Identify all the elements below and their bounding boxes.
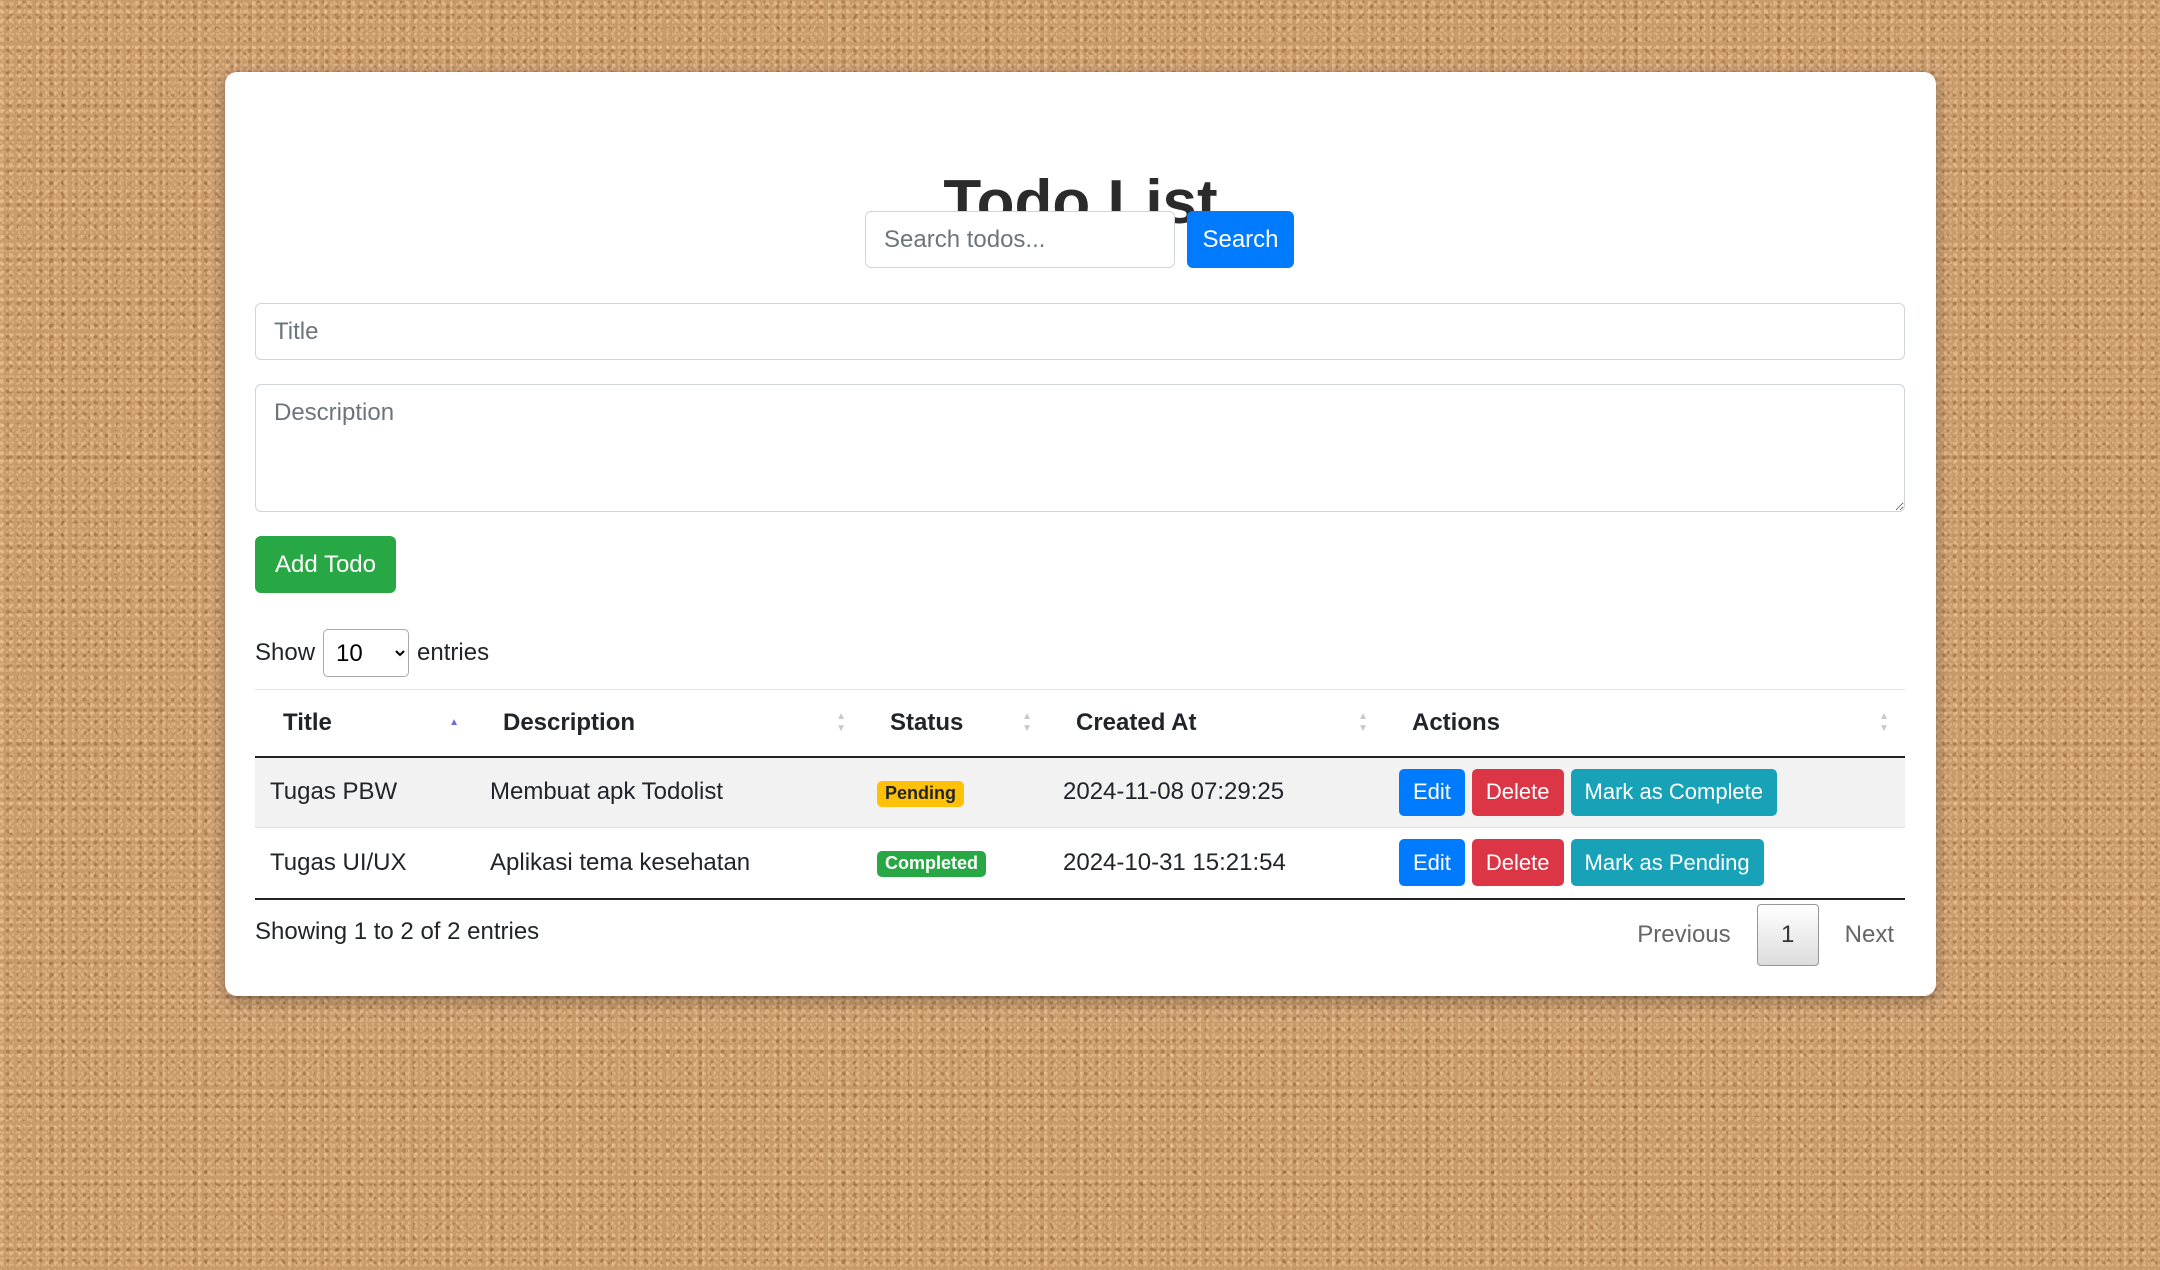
cell-created-at: 2024-10-31 15:21:54 [1063, 848, 1286, 876]
sort-icon: ▲ ▼ [1358, 710, 1368, 734]
table-row: Tugas UI/UX Aplikasi tema kesehatan Comp… [255, 827, 1905, 899]
column-header-title[interactable]: Title ▲ [255, 690, 475, 757]
length-suffix: entries [417, 639, 490, 666]
edit-button[interactable]: Edit [1399, 839, 1465, 887]
column-header-status[interactable]: Status ▲ ▼ [862, 690, 1048, 757]
search-input[interactable] [865, 211, 1175, 268]
status-badge: Pending [877, 780, 964, 807]
mark-pending-button[interactable]: Mark as Pending [1570, 839, 1764, 887]
cell-status: Pending [862, 757, 1048, 828]
previous-page-button[interactable]: Previous [1619, 921, 1748, 949]
length-prefix: Show [255, 639, 316, 666]
status-badge: Completed [877, 851, 987, 878]
cell-created-at: 2024-11-08 07:29:25 [1063, 778, 1285, 806]
table-info: Showing 1 to 2 of 2 entries [255, 918, 540, 945]
cell-title: Tugas UI/UX [270, 848, 407, 876]
description-field[interactable] [255, 384, 1905, 512]
sort-ascending-icon: ▲ [449, 716, 459, 728]
title-field[interactable] [255, 303, 1905, 360]
sort-icon: ▲ ▼ [836, 710, 846, 734]
delete-button[interactable]: Delete [1471, 839, 1564, 887]
cell-status: Completed [862, 828, 1048, 899]
cell-actions: Edit Delete Mark as Pending [1384, 828, 1905, 899]
column-header-actions[interactable]: Actions ▲ ▼ [1384, 690, 1905, 757]
table-row: Tugas PBW Membuat apk Todolist Pending 2… [255, 756, 1905, 828]
cell-description: Membuat apk Todolist [490, 778, 724, 806]
edit-button[interactable]: Edit [1399, 768, 1465, 816]
todo-card: Todo List Search Add Todo Show 10 entrie… [225, 72, 1936, 996]
entries-length-control: Show 10 entries [255, 628, 489, 678]
add-todo-button[interactable]: Add Todo [255, 536, 396, 593]
entries-select[interactable]: 10 [323, 629, 410, 677]
table-header-row: Title ▲ Description ▲ ▼ Status ▲ ▼ Created… [255, 689, 1905, 757]
page-number-button[interactable]: 1 [1756, 904, 1819, 966]
search-button[interactable]: Search [1187, 211, 1294, 268]
sort-icon: ▲ ▼ [1879, 710, 1889, 734]
pagination: Previous 1 Next [1619, 904, 1912, 966]
cell-title: Tugas PBW [270, 778, 398, 806]
cell-description: Aplikasi tema kesehatan [490, 848, 751, 876]
column-header-created-at[interactable]: Created At ▲ ▼ [1048, 690, 1384, 757]
next-page-button[interactable]: Next [1827, 921, 1912, 949]
delete-button[interactable]: Delete [1471, 768, 1564, 816]
cell-actions: Edit Delete Mark as Complete [1384, 757, 1905, 828]
todo-table: Title ▲ Description ▲ ▼ Status ▲ ▼ Created… [255, 689, 1905, 900]
mark-complete-button[interactable]: Mark as Complete [1570, 768, 1778, 816]
column-header-description[interactable]: Description ▲ ▼ [475, 690, 862, 757]
sort-icon: ▲ ▼ [1022, 710, 1032, 734]
